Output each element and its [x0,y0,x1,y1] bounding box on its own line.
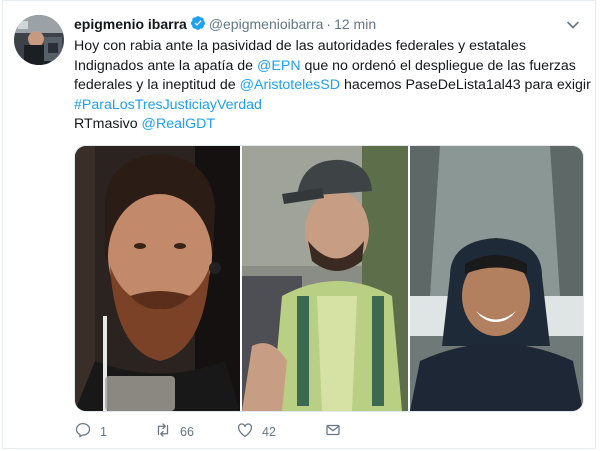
tweet-text-line-5: RTmasivo @RealGDT [74,115,589,135]
retweet-count: 66 [180,424,194,439]
mention-epn-link[interactable]: @EPN [257,58,301,74]
author-handle[interactable]: @epigmenioibarra [209,16,324,32]
reply-button[interactable]: 1 [74,421,154,442]
like-button[interactable]: 42 [236,421,324,442]
tweet-text: Hoy con rabia ante la pasividad de las a… [74,37,591,135]
author-name[interactable]: epigmenio ibarra [74,16,187,32]
verified-badge-icon [190,15,206,35]
tweet-text-line-4: #ParaLosTresJusticiayVerdad [74,96,589,116]
direct-message-button[interactable] [324,421,342,442]
mention-aristotelessd-link[interactable]: @AristotelesSD [240,77,340,93]
like-count: 42 [262,424,276,439]
media-photo-2[interactable] [242,146,408,411]
tweet-card[interactable]: epigmenio ibarra @epigmenioibarra · 12 min … [2,0,596,449]
tweet-text-line-3: federales y la ineptitud de @Aristoteles… [74,76,591,96]
tweet-text-line-2: Indignados ante la apatía de @EPN que no… [74,57,589,77]
tweet-text-segment: Indignados ante la apatía de [74,57,258,74]
tweet-header: epigmenio ibarra @epigmenioibarra · 12 min [74,15,555,35]
tweet-actions: 1 66 42 [74,421,342,442]
retweet-icon [154,421,172,442]
chevron-down-icon[interactable] [565,17,581,33]
like-icon [236,421,254,442]
tweet-text-segment: RTmasivo [74,116,142,133]
tweet-media-grid [74,145,584,412]
reply-count: 1 [100,424,107,439]
author-avatar[interactable] [14,15,64,65]
tweet-text-line-1: Hoy con rabia ante la pasividad de las a… [74,38,526,54]
hashtag-link[interactable]: #ParaLosTresJusticiayVerdad [74,97,262,113]
direct-message-icon [324,421,342,442]
tweet-text-segment: hacemos PaseDeLista1al43 para exigir [340,77,591,94]
tweet-timestamp[interactable]: 12 min [334,16,376,32]
header-separator: · [326,16,332,32]
tweet-text-segment: que no ordenó el despliegue de las fuerz… [300,57,576,74]
reply-icon [74,421,92,442]
retweet-button[interactable]: 66 [154,421,236,442]
media-photo-3[interactable] [410,146,583,411]
mention-realgdt-link[interactable]: @RealGDT [142,116,216,132]
media-photo-1[interactable] [75,146,240,411]
tweet-text-segment: federales y la ineptitud de [74,77,240,94]
